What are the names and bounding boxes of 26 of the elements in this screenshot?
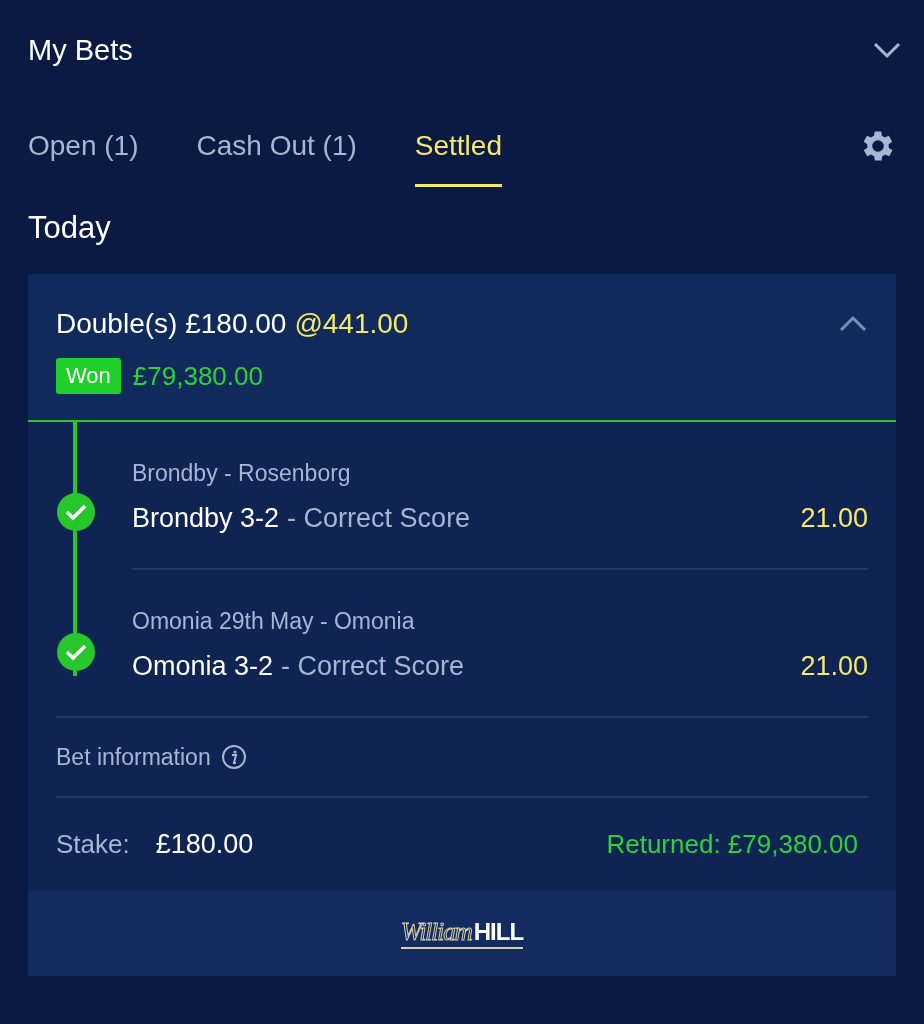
status-badge: Won — [56, 358, 121, 394]
returned-amount: Returned: £79,380.00 — [606, 828, 858, 860]
stake-amount: £180.00 — [155, 828, 254, 860]
market-name: - Correct Score — [281, 651, 465, 682]
info-icon[interactable] — [220, 744, 247, 770]
brand-logo: WilliamHILL — [400, 917, 524, 949]
stake-label: Stake: — [56, 828, 130, 860]
tab[interactable]: Open (1) — [28, 110, 139, 187]
selection-pick: Omonia 3-2 — [132, 651, 274, 682]
page-title: My Bets — [28, 33, 133, 67]
selection-odds: 21.00 — [800, 503, 868, 534]
chevron-down-icon[interactable] — [872, 40, 902, 60]
event-name: Omonia 29th May - Omonia — [132, 608, 416, 635]
tab[interactable]: Cash Out (1) — [196, 110, 357, 187]
bet-odds: @441.00 — [294, 308, 409, 340]
bet-info-label[interactable]: Bet information — [56, 743, 211, 771]
section-heading: Today — [28, 210, 112, 246]
event-name: Brondby - Rosenborg — [132, 460, 352, 487]
winnings-amount: £79,380.00 — [132, 360, 263, 392]
bet-title: Double(s) £180.00 — [56, 308, 287, 340]
selection-pick: Brondby 3-2 — [132, 503, 280, 534]
market-name: - Correct Score — [287, 503, 471, 534]
chevron-up-icon[interactable] — [838, 314, 868, 334]
selection-odds: 21.00 — [800, 651, 868, 682]
tab[interactable]: Settled — [414, 110, 502, 187]
bet-header[interactable]: Double(s) £180.00 @441.00 Won £79,380.00 — [28, 274, 896, 422]
